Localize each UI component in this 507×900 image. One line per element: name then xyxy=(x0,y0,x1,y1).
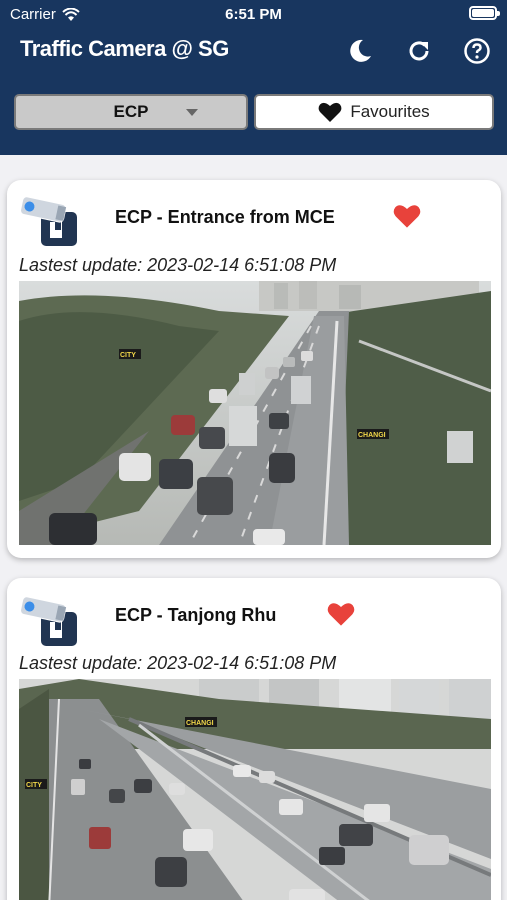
camera-icon xyxy=(20,196,77,246)
app-header: Carrier 6:51 PM Traffic Camera @ SG ECP … xyxy=(0,0,507,155)
last-update-text: Lastest update: 2023-02-14 6:51:08 PM xyxy=(19,653,337,673)
favourite-heart-icon[interactable] xyxy=(327,600,355,628)
favourites-label: Favourites xyxy=(350,102,430,121)
camera-card[interactable]: ECP - Entrance from MCE Lastest update: … xyxy=(7,180,501,558)
favourite-heart-icon[interactable] xyxy=(393,202,421,230)
app-title: Traffic Camera @ SG xyxy=(20,36,229,61)
help-icon[interactable] xyxy=(462,36,492,66)
moon-icon[interactable] xyxy=(345,36,375,66)
favourites-button[interactable]: Favourites xyxy=(254,94,494,130)
caret-down-icon xyxy=(186,109,198,116)
refresh-icon[interactable] xyxy=(404,36,434,66)
status-bar: Carrier 6:51 PM xyxy=(0,0,507,30)
route-dropdown[interactable]: ECP xyxy=(14,94,248,130)
camera-feed-image[interactable]: CITY CHANGI xyxy=(19,281,491,545)
camera-icon xyxy=(20,596,77,646)
camera-card[interactable]: ECP - Tanjong Rhu Lastest update: 2023-0… xyxy=(7,578,501,900)
camera-name: ECP - Tanjong Rhu xyxy=(115,605,277,625)
heart-icon xyxy=(318,102,342,122)
last-update-text: Lastest update: 2023-02-14 6:51:08 PM xyxy=(19,255,337,275)
route-selected-label: ECP xyxy=(113,102,149,121)
overlay-label: CHANGI xyxy=(186,720,214,727)
overlay-label: CITY xyxy=(120,352,136,359)
camera-feed-image[interactable]: CHANGI CITY xyxy=(19,679,491,900)
camera-name: ECP - Entrance from MCE xyxy=(115,207,335,227)
status-time: 6:51 PM xyxy=(225,6,282,23)
battery-icon xyxy=(469,6,500,20)
overlay-label: CITY xyxy=(26,782,42,789)
overlay-label: CHANGI xyxy=(358,432,386,439)
